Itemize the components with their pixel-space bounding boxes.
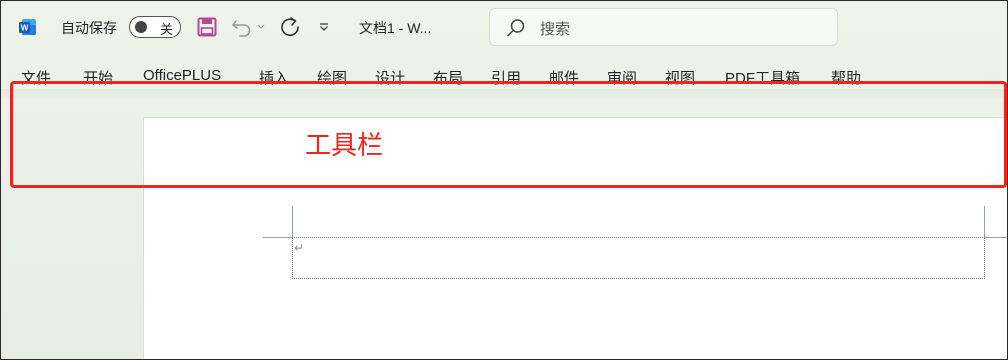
autosave-label: 自动保存 xyxy=(61,20,117,36)
crop-mark-right-vertical xyxy=(984,206,985,237)
save-icon[interactable] xyxy=(197,17,217,37)
crop-mark-left-horizontal xyxy=(263,237,292,238)
paragraph-mark: ↵ xyxy=(294,241,305,255)
search-placeholder: 搜索 xyxy=(540,21,571,38)
crop-mark-right-horizontal xyxy=(985,237,1007,238)
undo-icon[interactable] xyxy=(231,17,253,37)
search-box[interactable]: 搜索 xyxy=(489,8,838,46)
svg-text:W: W xyxy=(21,24,29,33)
customize-quick-access-icon[interactable] xyxy=(319,23,329,31)
crop-mark-left-vertical xyxy=(292,206,293,237)
toolbar-annotation-label: 工具栏 xyxy=(305,130,384,160)
text-area[interactable] xyxy=(292,237,985,279)
autosave-toggle[interactable]: 关 xyxy=(129,16,181,38)
chevron-down-icon[interactable] xyxy=(257,20,265,32)
toggle-knob xyxy=(135,21,147,33)
redo-icon[interactable] xyxy=(279,16,301,38)
autosave-state: 关 xyxy=(160,22,174,37)
document-title[interactable]: 文档1 - W... xyxy=(359,18,431,38)
word-window: W 自动保存 关 文档1 - W... 搜索 文件 开始 OfficePLUS … xyxy=(0,0,1008,360)
word-logo-icon[interactable]: W xyxy=(18,17,38,37)
title-bar: W 自动保存 关 文档1 - W... 搜索 xyxy=(1,1,1007,53)
toolbar-highlight-box xyxy=(10,81,1007,188)
search-icon xyxy=(507,19,525,37)
